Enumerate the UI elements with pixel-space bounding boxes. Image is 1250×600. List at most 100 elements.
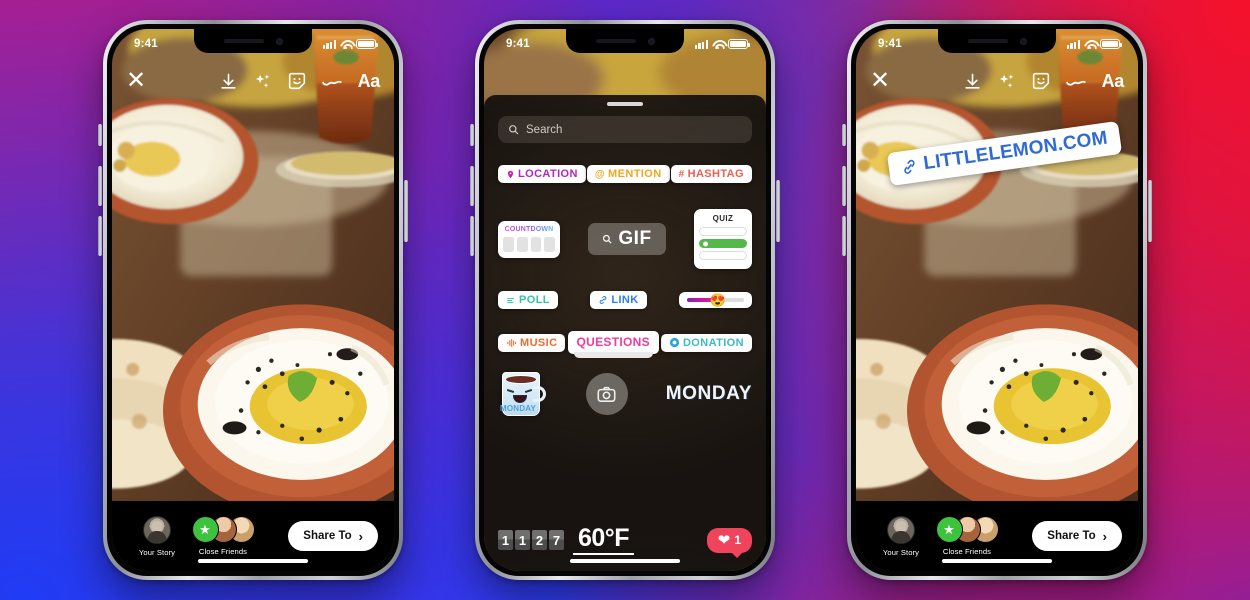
share-to-label: Share To (303, 530, 352, 542)
questions-label: QUESTIONS (576, 335, 650, 349)
status-time: 9:41 (506, 38, 530, 50)
flip-clock-sticker[interactable]: 1 1 2 7 (498, 530, 564, 550)
like-count: 1 (734, 533, 741, 547)
donation-sticker[interactable]: DONATION (660, 333, 752, 352)
link-label: LINK (611, 294, 639, 306)
gif-label: GIF (618, 228, 652, 249)
close-friends-star-icon (935, 516, 963, 543)
your-story-button[interactable]: Your Story (872, 515, 930, 557)
music-sticker[interactable]: MUSIC (498, 333, 566, 352)
sparkles-icon[interactable] (997, 72, 1016, 91)
like-count-sticker[interactable]: ❤ 1 (706, 527, 752, 558)
poll-label: POLL (519, 294, 550, 306)
donation-label: DONATION (682, 336, 744, 349)
quiz-option (698, 251, 747, 260)
silent-switch[interactable] (98, 124, 102, 146)
location-label: LOCATION (518, 168, 578, 180)
sticker-row-3: POLL LINK 😍 (498, 291, 752, 309)
search-placeholder: Search (526, 123, 563, 136)
monday-text-sticker[interactable]: MONDAY (666, 383, 752, 405)
close-friends-avatars (191, 516, 255, 543)
sticker-row-4: MUSIC QUESTIONS DONATION (498, 331, 752, 358)
sticker-row-1: LOCATION @ MENTION # HASHTAG (498, 165, 752, 183)
volume-up-button[interactable] (842, 166, 846, 206)
story-tools: Aa (963, 71, 1124, 92)
power-button[interactable] (404, 180, 408, 242)
wifi-icon (712, 40, 724, 50)
home-indicator[interactable] (570, 559, 680, 563)
volume-down-button[interactable] (470, 216, 474, 256)
close-icon[interactable]: ✕ (126, 69, 146, 93)
sticker-icon[interactable] (1031, 71, 1051, 91)
front-camera (275, 37, 283, 45)
donation-circle-icon (669, 337, 680, 348)
front-camera (647, 37, 655, 45)
sticker-row-2: COUNTDOWN GIF QUIZ (498, 209, 752, 269)
wifi-icon (340, 40, 352, 50)
gif-sticker[interactable]: GIF (588, 223, 666, 255)
quiz-option-selected (698, 239, 747, 248)
hashtag-sticker[interactable]: # HASHTAG (670, 165, 752, 183)
status-time: 9:41 (878, 38, 902, 50)
draw-icon[interactable] (1065, 72, 1087, 90)
volume-up-button[interactable] (98, 166, 102, 206)
mention-sticker[interactable]: @ MENTION (586, 165, 670, 183)
text-icon[interactable]: Aa (1102, 71, 1125, 92)
poll-sticker[interactable]: POLL (498, 291, 558, 309)
share-to-label: Share To (1047, 530, 1096, 542)
power-button[interactable] (776, 180, 780, 242)
search-icon (509, 125, 519, 135)
home-indicator[interactable] (198, 559, 308, 563)
quiz-option (698, 227, 747, 236)
link-chain-icon (599, 296, 607, 304)
sticker-icon[interactable] (287, 71, 307, 91)
text-icon[interactable]: Aa (358, 71, 381, 92)
download-icon[interactable] (219, 72, 238, 91)
quiz-sticker[interactable]: QUIZ (693, 209, 752, 269)
slider-emoji-knob[interactable]: 😍 (710, 294, 726, 307)
story-photo (112, 29, 394, 571)
questions-sticker[interactable]: QUESTIONS (567, 331, 659, 358)
sparkles-icon[interactable] (253, 72, 272, 91)
clock-digit: 1 (515, 530, 530, 550)
location-sticker[interactable]: LOCATION (498, 165, 586, 183)
mention-label: MENTION (608, 168, 662, 180)
clock-digit: 7 (549, 530, 564, 550)
close-friends-star-icon (191, 516, 219, 543)
phone2-screen: Search LOCATION @ MENTION # HASHTAG COUN… (484, 29, 766, 571)
hashtag-label: HASHTAG (687, 168, 744, 180)
camera-sticker[interactable] (585, 373, 628, 415)
at-icon: @ (594, 168, 606, 180)
phone1-screen: 9:41 ✕ Aa Your Story ★ Close Friends Sha… (112, 29, 394, 571)
link-sticker[interactable]: LINK (590, 291, 647, 309)
avatar (143, 515, 171, 544)
your-story-button[interactable]: Your Story (128, 515, 186, 557)
close-icon[interactable]: ✕ (870, 69, 890, 93)
download-icon[interactable] (963, 72, 982, 91)
temperature-sticker[interactable]: 60°F (573, 525, 635, 555)
story-toolbar: ✕ Aa (856, 59, 1138, 103)
volume-down-button[interactable] (842, 216, 846, 256)
search-input[interactable]: Search (498, 116, 752, 143)
silent-switch[interactable] (470, 124, 474, 146)
close-friends-button[interactable]: Close Friends (186, 516, 260, 556)
your-story-label: Your Story (138, 547, 176, 557)
emoji-slider-sticker[interactable]: 😍 (678, 292, 752, 308)
earpiece-speaker (967, 39, 1008, 43)
countdown-label: COUNTDOWN (504, 225, 554, 233)
phone3-screen: LITTLELEMON.COM 9:41 ✕ Aa Your Story ★ C… (856, 29, 1138, 571)
silent-switch[interactable] (842, 124, 846, 146)
share-to-button[interactable]: Share To › (288, 521, 378, 551)
phone-stage: 9:41 ✕ Aa Your Story ★ Close Friends Sha… (0, 0, 1250, 600)
volume-up-button[interactable] (470, 166, 474, 206)
monday-mug-sticker[interactable]: MONDAY (498, 370, 548, 418)
home-indicator[interactable] (942, 559, 1052, 563)
draw-icon[interactable] (321, 72, 343, 90)
share-to-button[interactable]: Share To › (1032, 521, 1122, 551)
drag-handle[interactable] (607, 102, 643, 106)
volume-down-button[interactable] (98, 216, 102, 256)
countdown-sticker[interactable]: COUNTDOWN (498, 220, 560, 258)
phone-sticker-tray: Search LOCATION @ MENTION # HASHTAG COUN… (470, 20, 780, 580)
close-friends-button[interactable]: Close Friends (930, 516, 1004, 556)
power-button[interactable] (1148, 180, 1152, 242)
